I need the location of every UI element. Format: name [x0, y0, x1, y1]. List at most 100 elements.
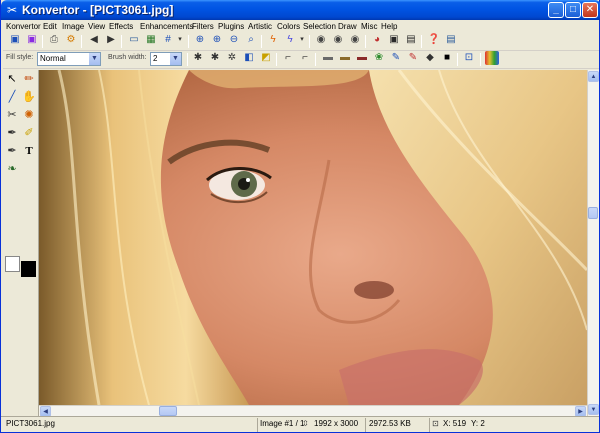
print-icon[interactable]: ⎙	[47, 33, 61, 47]
refresh-icon[interactable]: ◉	[348, 33, 362, 47]
back-icon[interactable]: ◉	[314, 33, 328, 47]
menu-bar: Konvertor Edit Image View Effects Enhanc…	[1, 20, 599, 33]
layer-order-icon[interactable]: ◩	[259, 51, 273, 65]
toolbar-separator	[315, 53, 316, 66]
vertical-scrollbar[interactable]: ▲ ▼	[587, 70, 599, 416]
status-divider	[257, 418, 258, 432]
minimize-button[interactable]: _	[548, 2, 564, 18]
save-as-icon[interactable]: ▣	[25, 33, 39, 47]
zoom-out-icon[interactable]: ⊖	[227, 33, 241, 47]
hand-icon[interactable]: ✋	[22, 90, 36, 104]
scroll-down-icon[interactable]: ▼	[588, 404, 599, 415]
pencil-icon[interactable]: ✎	[389, 51, 403, 65]
window-title: Konvertor - [PICT3061.jpg]	[22, 3, 174, 17]
horizontal-scroll-thumb[interactable]	[159, 406, 177, 416]
paint-icon[interactable]: ✎	[406, 51, 420, 65]
menu-misc[interactable]: Misc	[359, 20, 379, 33]
brush-icon[interactable]: ✏	[22, 72, 36, 86]
menu-colors[interactable]: Colors	[275, 20, 302, 33]
menu-artistic[interactable]: Artistic	[246, 20, 274, 33]
help-icon[interactable]: ❓	[427, 33, 441, 47]
maximize-button[interactable]: □	[565, 2, 581, 18]
effects-tool-icon[interactable]: ❧	[5, 162, 19, 176]
eraser-icon[interactable]: ◆	[423, 51, 437, 65]
menu-filters[interactable]: Filters	[190, 20, 216, 33]
previous-image-icon[interactable]: ◀	[87, 33, 101, 47]
flood-fill-icon[interactable]: ✺	[22, 108, 36, 122]
scroll-up-icon[interactable]: ▲	[588, 71, 599, 82]
selection-tool-icon[interactable]: ✲	[225, 51, 239, 65]
fit-image-icon[interactable]: ▦	[144, 33, 158, 47]
menu-plugins[interactable]: Plugins	[216, 20, 246, 33]
crop-right-icon[interactable]: ⌐	[298, 51, 312, 65]
foreground-color-swatch[interactable]	[21, 261, 36, 277]
brush-width-value: 2	[153, 54, 158, 63]
settings-icon[interactable]: ⚙	[64, 33, 78, 47]
brightness-icon[interactable]: ❀	[372, 51, 386, 65]
spray-icon[interactable]: ✒	[5, 126, 19, 140]
action-dropdown-icon[interactable]: ▾	[295, 33, 309, 47]
gallery-icon[interactable]: ▤	[404, 33, 418, 47]
next-image-icon[interactable]: ▶	[104, 33, 118, 47]
eyedropper-icon[interactable]: ✒	[5, 144, 19, 158]
menu-image[interactable]: Image	[60, 20, 86, 33]
brush-width-label: Brush width:	[108, 54, 147, 61]
line-icon[interactable]: ╱	[5, 90, 19, 104]
magic-wand-icon[interactable]: ✱	[191, 51, 205, 65]
zoom-fit-icon[interactable]: ⌕	[244, 33, 258, 47]
toolbar-separator	[121, 35, 122, 48]
toolbar-separator	[457, 53, 458, 66]
chevron-down-icon[interactable]: ▼	[89, 53, 100, 65]
zoom-in-icon[interactable]: ⊕	[193, 33, 207, 47]
grid-dropdown-icon[interactable]: ▾	[173, 33, 187, 47]
menu-help[interactable]: Help	[379, 20, 399, 33]
close-button[interactable]: ✕	[582, 2, 598, 18]
menu-draw[interactable]: Draw	[336, 20, 359, 33]
fill-square-icon[interactable]: ■	[440, 51, 454, 65]
menu-enhancements[interactable]: Enhancements	[138, 20, 195, 33]
crop-icon[interactable]: ⊡	[462, 51, 476, 65]
menu-edit[interactable]: Edit	[41, 20, 59, 33]
picture-icon[interactable]: ▬	[355, 51, 369, 65]
layers-icon[interactable]: ◧	[242, 51, 256, 65]
selection-magic-icon[interactable]: ✱	[208, 51, 222, 65]
toolbar-separator	[187, 53, 188, 66]
eraser-tool-icon[interactable]: ✐	[22, 126, 36, 140]
menu-effects[interactable]: Effects	[107, 20, 135, 33]
palette-icon[interactable]	[485, 51, 499, 65]
text-tool-icon[interactable]: T	[22, 144, 36, 158]
menu-konvertor[interactable]: Konvertor	[4, 20, 43, 33]
status-dimensions: 1992 x 3000	[314, 419, 359, 428]
slideshow-icon[interactable]: ▣	[387, 33, 401, 47]
tool-palette: ↖ ✏ ╱ ✋ ✂ ✺ ✒ ✐ ✒ T ❧	[1, 70, 39, 416]
main-toolbar: ▣ ▣ ⎙ ⚙ ◀ ▶ ▭ ▦ # ▾ ⊕ ⊕ ⊖ ⌕ ϟ ϟ ▾ ◉ ◉ ◉ …	[3, 33, 599, 51]
vertical-scroll-thumb[interactable]	[588, 207, 598, 219]
chevron-down-icon[interactable]: ▼	[170, 53, 181, 65]
red-eye-icon[interactable]: ◕	[370, 33, 384, 47]
landscape-icon[interactable]: ▬	[321, 51, 335, 65]
app-window: ✂ Konvertor - [PICT3061.jpg] _ □ ✕ Konve…	[0, 0, 600, 433]
title-bar[interactable]: ✂ Konvertor - [PICT3061.jpg] _ □ ✕	[1, 0, 600, 20]
photo-icon[interactable]: ▬	[338, 51, 352, 65]
status-cursor-x: X: 519	[443, 419, 467, 428]
lightning-icon[interactable]: ϟ	[266, 33, 280, 47]
crop-left-icon[interactable]: ⌐	[281, 51, 295, 65]
menu-view[interactable]: View	[86, 20, 107, 33]
dimensions-icon: ⇳	[302, 419, 309, 428]
pointer-icon[interactable]: ↖	[5, 72, 19, 86]
toolbar-separator	[365, 35, 366, 48]
info-icon[interactable]: ▤	[444, 33, 458, 47]
save-icon[interactable]: ▣	[8, 33, 22, 47]
menu-selection[interactable]: Selection	[301, 20, 338, 33]
zoom-icon[interactable]: ⊕	[210, 33, 224, 47]
background-color-swatch[interactable]	[5, 256, 20, 272]
cursor-icon: ⊡	[432, 419, 439, 428]
image-canvas[interactable]	[39, 70, 587, 405]
clone-icon[interactable]: ✂	[5, 108, 19, 122]
fill-style-select[interactable]: Normal ▼	[37, 52, 101, 66]
fullscreen-icon[interactable]: ▭	[127, 33, 141, 47]
horizontal-scrollbar[interactable]: ◀ ▶	[39, 405, 587, 417]
toolbar-separator	[309, 35, 310, 48]
brush-width-select[interactable]: 2 ▼	[150, 52, 182, 66]
forward-icon[interactable]: ◉	[331, 33, 345, 47]
